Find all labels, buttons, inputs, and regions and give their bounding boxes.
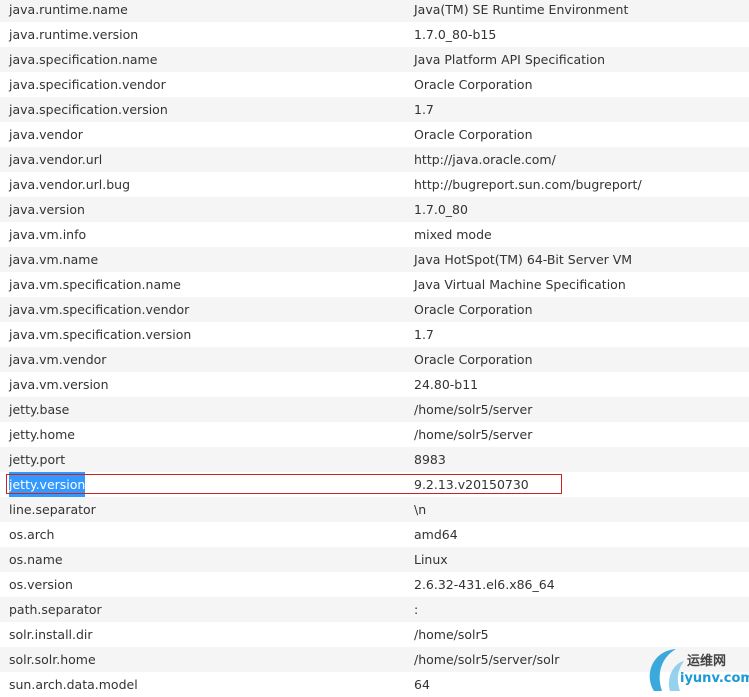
property-row: jetty.port 8983 xyxy=(0,447,749,472)
property-value: Oracle Corporation xyxy=(414,352,533,367)
property-value: Java HotSpot(TM) 64-Bit Server VM xyxy=(414,252,633,267)
property-key: java.vendor xyxy=(9,127,83,142)
property-value: amd64 xyxy=(414,527,458,542)
property-key: java.vm.version xyxy=(9,377,109,392)
property-key: solr.install.dir xyxy=(9,627,93,642)
watermark-text-domain: iyunv.com xyxy=(680,671,749,686)
property-row: solr.solr.home/home/solr5/server/solr xyxy=(0,647,749,672)
property-row: java.vm.name Java HotSpot(TM) 64-Bit Serv… xyxy=(0,247,749,272)
property-value: 8983 xyxy=(414,452,446,467)
property-row: os.version 2.6.32-431.el6.x86_64 xyxy=(0,572,749,597)
property-key: sun.arch.data.model xyxy=(9,677,138,692)
property-key: line.separator xyxy=(9,502,96,517)
property-row: jetty.base/home/solr5/server xyxy=(0,397,749,422)
property-value: Java Virtual Machine Specification xyxy=(414,277,626,292)
property-key: java.vendor.url.bug xyxy=(9,177,131,192)
property-key: solr.solr.home xyxy=(9,652,96,667)
watermark-text-cn: 运维网 xyxy=(687,654,727,669)
property-value: Java Platform API Specification xyxy=(414,52,606,67)
property-key: jetty.home xyxy=(9,427,75,442)
property-key: java.runtime.version xyxy=(9,27,139,42)
property-row: java.specification.vendor Oracle Corporat… xyxy=(0,72,749,97)
property-row: java.specification.name Java Platform API… xyxy=(0,47,749,72)
property-value: : xyxy=(414,602,419,617)
property-value: Oracle Corporation xyxy=(414,302,533,317)
property-row: solr.install.dir/home/solr5 xyxy=(0,622,749,647)
property-value: 1.7.0_80 xyxy=(414,202,468,217)
property-row: java.vm.vendor Oracle Corporation xyxy=(0,347,749,372)
property-key: java.specification.version xyxy=(9,102,168,117)
property-value: /home/solr5/server xyxy=(414,427,533,442)
property-value: 24.80-b11 xyxy=(414,377,479,392)
property-row: java.vendor.url.bug http://bugreport.sun.… xyxy=(0,172,749,197)
property-key: java.vendor.url xyxy=(9,152,103,167)
property-key: java.vm.vendor xyxy=(9,352,107,367)
property-row: jetty.version 9.2.13.v20150730 xyxy=(0,472,749,497)
property-value: /home/solr5 xyxy=(414,627,489,642)
property-value: /home/solr5/server/solr xyxy=(414,652,560,667)
property-key: java.specification.name xyxy=(9,52,158,67)
property-row: java.specification.version 1.7 xyxy=(0,97,749,122)
property-key: java.vm.specification.name xyxy=(9,277,181,292)
property-key: java.specification.vendor xyxy=(9,77,166,92)
property-key: java.vm.name xyxy=(9,252,99,267)
property-row: line.separator \n xyxy=(0,497,749,522)
property-row: sun.arch.data.model 64 xyxy=(0,672,749,697)
property-value: \n xyxy=(414,502,427,517)
property-key: jetty.base xyxy=(9,402,70,417)
property-row: jetty.home/home/solr5/server xyxy=(0,422,749,447)
property-key: java.vm.specification.version xyxy=(9,327,192,342)
property-key: os.name xyxy=(9,552,63,567)
property-key: os.arch xyxy=(9,527,55,542)
property-value: 1.7 xyxy=(414,327,434,342)
property-value: Linux xyxy=(414,552,448,567)
property-row: java.vm.version 24.80-b11 xyxy=(0,372,749,397)
property-key: java.vm.info xyxy=(9,227,87,242)
property-value: 1.7.0_80-b15 xyxy=(414,27,497,42)
property-value: 9.2.13.v20150730 xyxy=(414,477,529,492)
property-value: Oracle Corporation xyxy=(414,77,533,92)
property-row: java.runtime.name Java(TM) SE Runtime Env… xyxy=(0,0,749,22)
property-row: java.vm.specification.name Java Virtual M… xyxy=(0,272,749,297)
property-row: java.vm.specification.version 1.7 xyxy=(0,322,749,347)
property-row: java.vendor Oracle Corporation xyxy=(0,122,749,147)
property-value: /home/solr5/server xyxy=(414,402,533,417)
property-value: http://bugreport.sun.com/bugreport/ xyxy=(414,177,642,192)
property-row: java.vm.specification.vendor Oracle Corpo… xyxy=(0,297,749,322)
property-value: Oracle Corporation xyxy=(414,127,533,142)
property-row: java.vm.info mixed mode xyxy=(0,222,749,247)
property-row: java.runtime.version 1.7.0_80-b15 xyxy=(0,22,749,47)
property-value: 1.7 xyxy=(414,102,434,117)
property-key-selected: jetty.version xyxy=(9,472,86,497)
property-row: path.separator: xyxy=(0,597,749,622)
property-value: 64 xyxy=(414,677,430,692)
property-value: 2.6.32-431.el6.x86_64 xyxy=(414,577,555,592)
property-value: mixed mode xyxy=(414,227,492,242)
property-key: java.vm.specification.vendor xyxy=(9,302,190,317)
property-value: Java(TM) SE Runtime Environment xyxy=(414,2,629,17)
property-row: java.version 1.7.0_80 xyxy=(0,197,749,222)
property-row: os.arch amd64 xyxy=(0,522,749,547)
property-key: java.version xyxy=(9,202,85,217)
property-row: java.vendor.url http://java.oracle.com/ xyxy=(0,147,749,172)
property-key: jetty.port xyxy=(9,452,66,467)
property-key: os.version xyxy=(9,577,73,592)
property-value: http://java.oracle.com/ xyxy=(414,152,556,167)
property-key: java.runtime.name xyxy=(9,2,128,17)
properties-table: java.runtime.name Java(TM) SE Runtime Env… xyxy=(0,0,749,697)
property-key: path.separator xyxy=(9,602,102,617)
property-row: os.name Linux xyxy=(0,547,749,572)
